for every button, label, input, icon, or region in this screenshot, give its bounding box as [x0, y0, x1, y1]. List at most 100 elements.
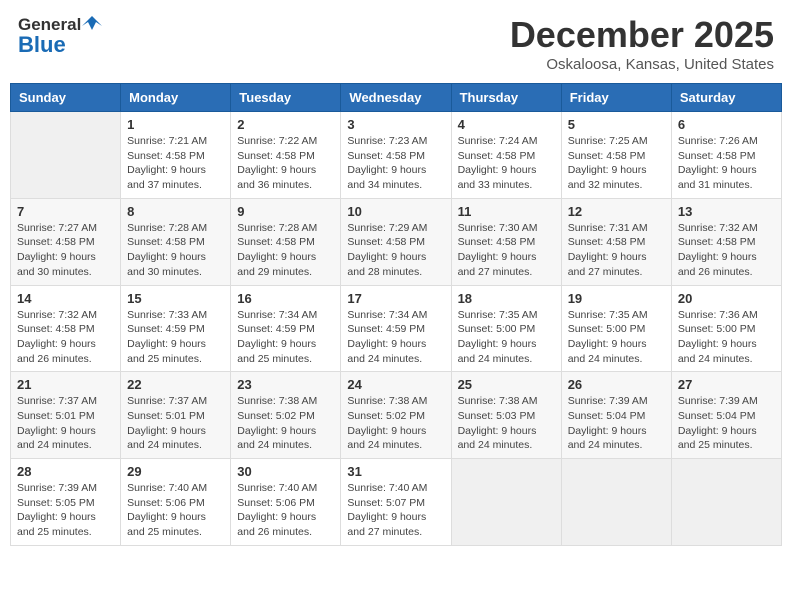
day-number: 29 — [127, 464, 224, 479]
day-number: 22 — [127, 377, 224, 392]
calendar-cell: 30Sunrise: 7:40 AM Sunset: 5:06 PM Dayli… — [231, 459, 341, 546]
day-info: Sunrise: 7:27 AM Sunset: 4:58 PM Dayligh… — [17, 221, 114, 280]
logo: General Blue — [18, 14, 102, 58]
logo-general-text: General — [18, 16, 81, 33]
day-number: 16 — [237, 291, 334, 306]
calendar-cell: 2 Sunrise: 7:22 AM Sunset: 4:58 PM Daylig… — [231, 112, 341, 199]
day-info: Sunrise: 7:40 AM Sunset: 5:06 PM Dayligh… — [127, 481, 224, 540]
location: Oskaloosa, Kansas, United States — [510, 56, 774, 73]
calendar-cell: 23 Sunrise: 7:38 AM Sunset: 5:02 PM Dayli… — [231, 372, 341, 459]
day-number: 31 — [347, 464, 444, 479]
calendar-table: SundayMondayTuesdayWednesdayThursdayFrid… — [10, 83, 782, 546]
day-info: Sunrise: 7:40 AM Sunset: 5:06 PM Dayligh… — [237, 481, 334, 540]
day-info: Sunrise: 7:22 AM Sunset: 4:58 PM Dayligh… — [237, 134, 334, 193]
calendar-cell: 18 Sunrise: 7:35 AM Sunset: 5:00 PM Dayli… — [451, 285, 561, 372]
day-number: 24 — [347, 377, 444, 392]
day-info: Sunrise: 7:37 AM Sunset: 5:01 PM Dayligh… — [127, 394, 224, 453]
day-info: Sunrise: 7:24 AM Sunset: 4:58 PM Dayligh… — [458, 134, 555, 193]
day-number: 27 — [678, 377, 775, 392]
day-info: Sunrise: 7:36 AM Sunset: 5:00 PM Dayligh… — [678, 308, 775, 367]
day-number: 18 — [458, 291, 555, 306]
day-number: 10 — [347, 204, 444, 219]
calendar-cell: 31 Sunrise: 7:40 AM Sunset: 5:07 PM Dayli… — [341, 459, 451, 546]
calendar-cell: 16Sunrise: 7:34 AM Sunset: 4:59 PM Dayli… — [231, 285, 341, 372]
day-info: Sunrise: 7:29 AM Sunset: 4:58 PM Dayligh… — [347, 221, 444, 280]
day-info: Sunrise: 7:39 AM Sunset: 5:05 PM Dayligh… — [17, 481, 114, 540]
day-info: Sunrise: 7:38 AM Sunset: 5:03 PM Dayligh… — [458, 394, 555, 453]
header-sunday: Sunday — [11, 84, 121, 112]
calendar-cell: 8 Sunrise: 7:28 AM Sunset: 4:58 PM Daylig… — [121, 198, 231, 285]
header-thursday: Thursday — [451, 84, 561, 112]
calendar-cell: 6 Sunrise: 7:26 AM Sunset: 4:58 PM Daylig… — [671, 112, 781, 199]
day-number: 2 — [237, 117, 334, 132]
day-info: Sunrise: 7:38 AM Sunset: 5:02 PM Dayligh… — [347, 394, 444, 453]
day-info: Sunrise: 7:32 AM Sunset: 4:58 PM Dayligh… — [678, 221, 775, 280]
week-row-3: 14 Sunrise: 7:32 AM Sunset: 4:58 PM Dayli… — [11, 285, 782, 372]
day-number: 11 — [458, 204, 555, 219]
week-row-5: 28 Sunrise: 7:39 AM Sunset: 5:05 PM Dayli… — [11, 459, 782, 546]
header-wednesday: Wednesday — [341, 84, 451, 112]
day-number: 23 — [237, 377, 334, 392]
page-header: General Blue December 2025 Oskaloosa, Ka… — [10, 10, 782, 77]
header-saturday: Saturday — [671, 84, 781, 112]
header-tuesday: Tuesday — [231, 84, 341, 112]
calendar-cell: 20Sunrise: 7:36 AM Sunset: 5:00 PM Dayli… — [671, 285, 781, 372]
calendar-cell: 1 Sunrise: 7:21 AM Sunset: 4:58 PM Daylig… — [121, 112, 231, 199]
calendar-cell: 17 Sunrise: 7:34 AM Sunset: 4:59 PM Dayli… — [341, 285, 451, 372]
calendar-body: 1 Sunrise: 7:21 AM Sunset: 4:58 PM Daylig… — [11, 112, 782, 546]
calendar-cell: 28 Sunrise: 7:39 AM Sunset: 5:05 PM Dayli… — [11, 459, 121, 546]
day-info: Sunrise: 7:35 AM Sunset: 5:00 PM Dayligh… — [568, 308, 665, 367]
calendar-cell: 25Sunrise: 7:38 AM Sunset: 5:03 PM Dayli… — [451, 372, 561, 459]
calendar-cell: 12Sunrise: 7:31 AM Sunset: 4:58 PM Dayli… — [561, 198, 671, 285]
calendar-cell: 11Sunrise: 7:30 AM Sunset: 4:58 PM Dayli… — [451, 198, 561, 285]
day-info: Sunrise: 7:23 AM Sunset: 4:58 PM Dayligh… — [347, 134, 444, 193]
day-number: 19 — [568, 291, 665, 306]
calendar-cell: 21Sunrise: 7:37 AM Sunset: 5:01 PM Dayli… — [11, 372, 121, 459]
day-info: Sunrise: 7:39 AM Sunset: 5:04 PM Dayligh… — [678, 394, 775, 453]
calendar-cell: 10 Sunrise: 7:29 AM Sunset: 4:58 PM Dayli… — [341, 198, 451, 285]
calendar-cell: 27 Sunrise: 7:39 AM Sunset: 5:04 PM Dayli… — [671, 372, 781, 459]
day-info: Sunrise: 7:34 AM Sunset: 4:59 PM Dayligh… — [347, 308, 444, 367]
calendar-header-row: SundayMondayTuesdayWednesdayThursdayFrid… — [11, 84, 782, 112]
calendar-cell — [451, 459, 561, 546]
day-info: Sunrise: 7:38 AM Sunset: 5:02 PM Dayligh… — [237, 394, 334, 453]
day-number: 6 — [678, 117, 775, 132]
week-row-1: 1 Sunrise: 7:21 AM Sunset: 4:58 PM Daylig… — [11, 112, 782, 199]
calendar-cell — [11, 112, 121, 199]
day-info: Sunrise: 7:32 AM Sunset: 4:58 PM Dayligh… — [17, 308, 114, 367]
calendar-cell: 13Sunrise: 7:32 AM Sunset: 4:58 PM Dayli… — [671, 198, 781, 285]
day-info: Sunrise: 7:21 AM Sunset: 4:58 PM Dayligh… — [127, 134, 224, 193]
calendar-cell: 9 Sunrise: 7:28 AM Sunset: 4:58 PM Daylig… — [231, 198, 341, 285]
day-number: 26 — [568, 377, 665, 392]
calendar-cell: 14 Sunrise: 7:32 AM Sunset: 4:58 PM Dayli… — [11, 285, 121, 372]
calendar-cell — [671, 459, 781, 546]
calendar-cell: 7Sunrise: 7:27 AM Sunset: 4:58 PM Daylig… — [11, 198, 121, 285]
day-info: Sunrise: 7:28 AM Sunset: 4:58 PM Dayligh… — [127, 221, 224, 280]
day-info: Sunrise: 7:39 AM Sunset: 5:04 PM Dayligh… — [568, 394, 665, 453]
day-number: 1 — [127, 117, 224, 132]
day-number: 4 — [458, 117, 555, 132]
day-info: Sunrise: 7:26 AM Sunset: 4:58 PM Dayligh… — [678, 134, 775, 193]
calendar-cell — [561, 459, 671, 546]
day-info: Sunrise: 7:35 AM Sunset: 5:00 PM Dayligh… — [458, 308, 555, 367]
month-title: December 2025 — [510, 14, 774, 56]
day-number: 3 — [347, 117, 444, 132]
day-number: 8 — [127, 204, 224, 219]
day-number: 9 — [237, 204, 334, 219]
day-number: 5 — [568, 117, 665, 132]
day-number: 17 — [347, 291, 444, 306]
day-info: Sunrise: 7:40 AM Sunset: 5:07 PM Dayligh… — [347, 481, 444, 540]
day-number: 14 — [17, 291, 114, 306]
calendar-cell: 22 Sunrise: 7:37 AM Sunset: 5:01 PM Dayli… — [121, 372, 231, 459]
day-number: 28 — [17, 464, 114, 479]
day-number: 21 — [17, 377, 114, 392]
logo-blue-text: Blue — [18, 32, 66, 58]
logo-bird-icon — [82, 14, 102, 34]
day-info: Sunrise: 7:25 AM Sunset: 4:58 PM Dayligh… — [568, 134, 665, 193]
title-section: December 2025 Oskaloosa, Kansas, United … — [510, 14, 774, 73]
week-row-4: 21 Sunrise: 7:37 AM Sunset: 5:01 PM Dayli… — [11, 372, 782, 459]
calendar-cell: 29 Sunrise: 7:40 AM Sunset: 5:06 PM Dayli… — [121, 459, 231, 546]
day-info: Sunrise: 7:28 AM Sunset: 4:58 PM Dayligh… — [237, 221, 334, 280]
header-friday: Friday — [561, 84, 671, 112]
calendar-cell: 19 Sunrise: 7:35 AM Sunset: 5:00 PM Dayli… — [561, 285, 671, 372]
